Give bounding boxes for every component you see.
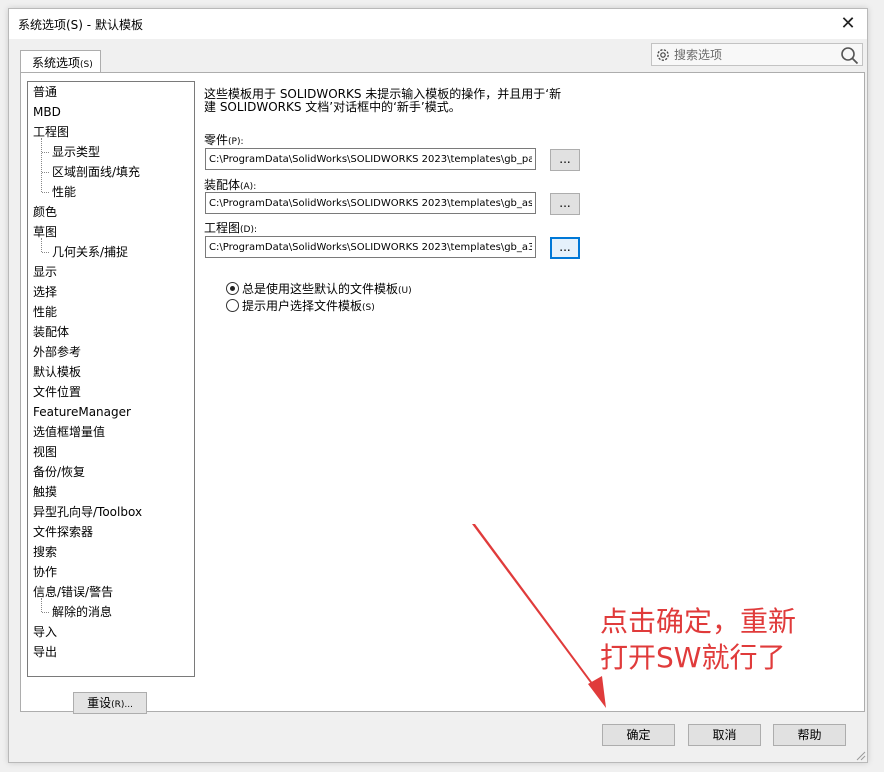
tree-item[interactable]: 区域剖面线/填充: [52, 162, 140, 182]
radio-button-unchecked[interactable]: [226, 298, 239, 312]
radio-prompt-user[interactable]: 提示用户选择文件模板(S): [226, 297, 375, 313]
tree-connector-line: [42, 152, 49, 153]
part-template-field[interactable]: [205, 148, 536, 170]
tree-item[interactable]: 导入: [33, 622, 57, 642]
tree-item[interactable]: 协作: [33, 562, 57, 582]
drawing-browse-button[interactable]: ...: [550, 237, 580, 259]
tree-item[interactable]: 选择: [33, 282, 57, 302]
tree-item[interactable]: 性能: [52, 182, 76, 202]
radio-prompt-label: 提示用户选择文件模板(S): [242, 297, 375, 314]
cancel-button[interactable]: 取消: [688, 724, 761, 746]
tree-connector-line: [42, 612, 49, 613]
tree-item[interactable]: 文件探索器: [33, 522, 93, 542]
tree-item[interactable]: 颜色: [33, 202, 57, 222]
tree-item[interactable]: 解除的消息: [52, 602, 112, 622]
tree-connector-line: [42, 252, 49, 253]
title-bar: 系统选项(S) - 默认模板 ✕: [9, 9, 867, 39]
radio-prompt-shortcut: (S): [362, 302, 375, 313]
tree-item[interactable]: MBD: [33, 102, 61, 122]
reset-label: 重设: [87, 696, 112, 710]
radio-always-shortcut: (U): [398, 285, 412, 296]
options-tree: 普通 MBD 工程图 显示类型 区域剖面线/填充 性能 颜色 草图 几何关系/捕捉 显示 选择 性能装…: [27, 81, 195, 677]
radio-always-label: 总是使用这些默认的文件模板(U): [242, 280, 412, 297]
reset-button[interactable]: 重设(R)...: [73, 692, 147, 714]
tree-item[interactable]: 草图: [33, 222, 57, 242]
search-box[interactable]: [651, 43, 863, 66]
assembly-browse-button[interactable]: ...: [550, 193, 580, 215]
tree-item[interactable]: 异型孔向导/Toolbox: [33, 502, 142, 522]
tab-system-options[interactable]: 系统选项(S): [20, 50, 101, 72]
resize-grip-icon[interactable]: [854, 749, 866, 761]
tree-item[interactable]: 触摸: [33, 482, 57, 502]
tree-item[interactable]: 备份/恢复: [33, 462, 85, 482]
assembly-label-text: 装配体: [204, 178, 241, 192]
close-icon: ✕: [840, 13, 856, 34]
tree-connector-line: [41, 598, 42, 612]
part-label-text: 零件: [204, 133, 229, 147]
drawing-label: 工程图(D):: [204, 219, 257, 236]
tree-connector-line: [42, 172, 49, 173]
tree-item[interactable]: 信息/错误/警告: [33, 582, 113, 602]
part-label-shortcut: (P):: [228, 137, 244, 147]
tree-connector-line: [41, 138, 42, 192]
annotation-line-1: 点击确定，重新: [600, 605, 797, 638]
radio-always-label-text: 总是使用这些默认的文件模板: [242, 281, 399, 296]
tree-item[interactable]: 几何关系/捕捉: [52, 242, 128, 262]
tree-item[interactable]: 工程图: [33, 122, 69, 142]
tree-item[interactable]: 普通: [33, 82, 57, 102]
tree-item[interactable]: 显示: [33, 262, 57, 282]
ok-button[interactable]: 确定: [602, 724, 675, 746]
radio-prompt-label-text: 提示用户选择文件模板: [242, 298, 363, 313]
tree-connector-line: [41, 238, 42, 252]
drawing-label-text: 工程图: [204, 221, 241, 235]
annotation-line-2: 打开SW就行了: [600, 641, 786, 674]
description-line-2: 建 SOLIDWORKS 文档’对话框中的‘新手’模式。: [204, 100, 461, 114]
assembly-label-shortcut: (A):: [240, 182, 257, 192]
window-title: 系统选项(S) - 默认模板: [18, 18, 143, 32]
tree-item[interactable]: 默认模板: [33, 362, 81, 382]
tree-item[interactable]: 装配体: [33, 322, 69, 342]
part-label: 零件(P):: [204, 131, 244, 148]
tree-item[interactable]: 性能: [33, 302, 57, 322]
tree-item[interactable]: 显示类型: [52, 142, 100, 162]
gear-icon: [657, 49, 669, 61]
tab-shortcut: (S): [80, 60, 93, 70]
tree-item[interactable]: 外部参考: [33, 342, 81, 362]
reset-shortcut: (R)...: [111, 700, 133, 710]
radio-button-checked[interactable]: [226, 281, 239, 295]
drawing-template-field[interactable]: [205, 236, 536, 258]
close-button[interactable]: ✕: [835, 12, 861, 36]
tree-item[interactable]: 文件位置: [33, 382, 81, 402]
search-icon[interactable]: [840, 46, 859, 65]
search-input[interactable]: [672, 46, 836, 63]
tree-item[interactable]: 导出: [33, 642, 57, 662]
tree-item[interactable]: FeatureManager: [33, 402, 131, 422]
tree-connector-line: [42, 192, 49, 193]
part-browse-button[interactable]: ...: [550, 149, 580, 171]
tree-item[interactable]: 选值框增量值: [33, 422, 105, 442]
tree-item[interactable]: 搜索: [33, 542, 57, 562]
tree-item[interactable]: 视图: [33, 442, 57, 462]
tab-label: 系统选项: [32, 56, 81, 70]
radio-always-use-defaults[interactable]: 总是使用这些默认的文件模板(U): [226, 280, 412, 296]
annotation-text: 点击确定，重新 打开SW就行了: [600, 604, 796, 676]
assembly-label: 装配体(A):: [204, 176, 256, 193]
assembly-template-field[interactable]: [205, 192, 536, 214]
help-button[interactable]: 帮助: [773, 724, 846, 746]
description-text: 这些模板用于 SOLIDWORKS 未提示输入模板的操作，并且用于‘新 建 SO…: [204, 88, 584, 114]
drawing-label-shortcut: (D):: [240, 225, 258, 235]
